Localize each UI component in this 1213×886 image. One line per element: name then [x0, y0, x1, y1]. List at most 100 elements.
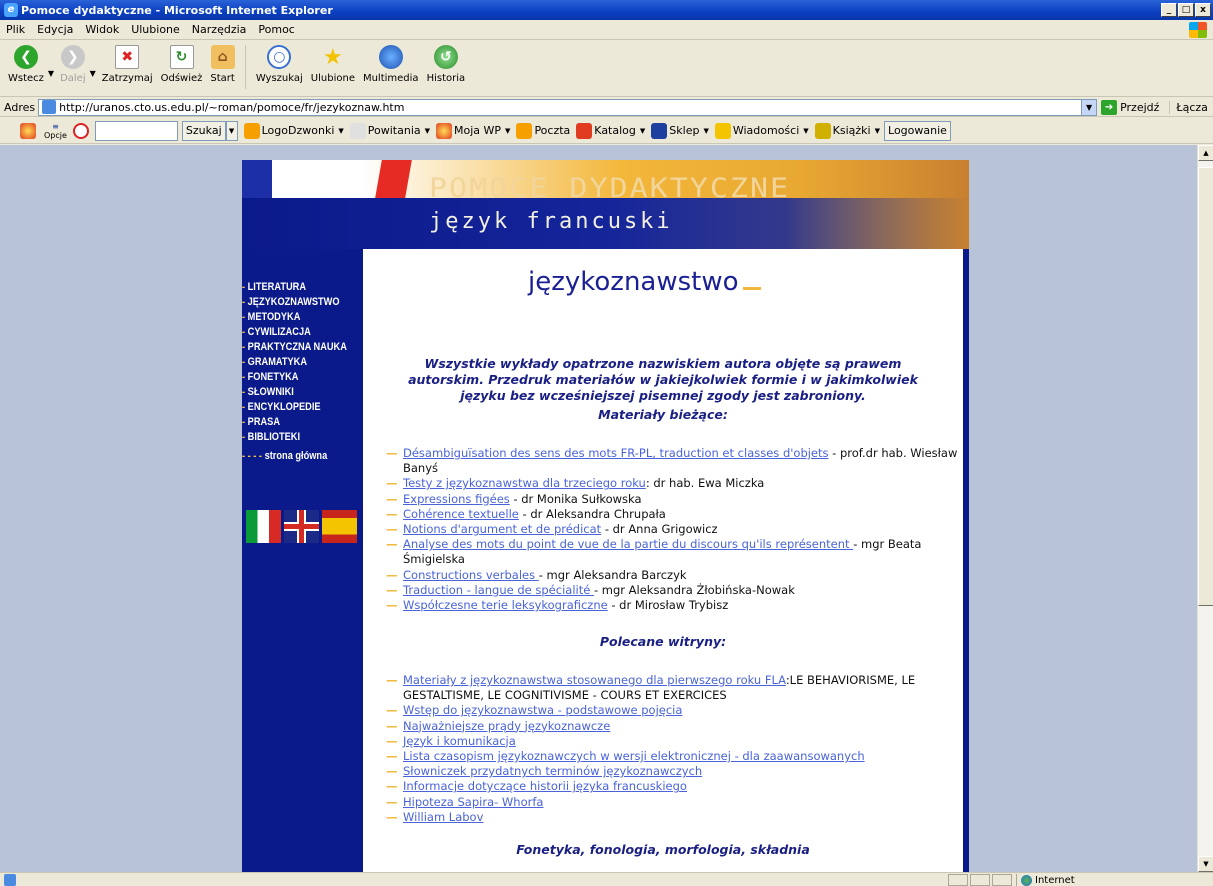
list-item-link[interactable]: Najważniejsze prądy językoznawcze — [403, 719, 610, 733]
wp-item-katalog[interactable]: Katalog ▼ — [576, 122, 646, 139]
scroll-down-icon[interactable]: ▼ — [1198, 856, 1213, 872]
wp-item-label: LogoDzwonki — [261, 124, 335, 137]
menu-edit[interactable]: Edycja — [31, 23, 79, 36]
wp-item-sklep[interactable]: Sklep ▼ — [651, 122, 709, 139]
options-button[interactable]: ≡ Opcje — [44, 122, 67, 140]
menu-tools[interactable]: Narzędzia — [186, 23, 253, 36]
list-item-link[interactable]: Informacje dotyczące historii języka fra… — [403, 779, 687, 793]
sidebar-item[interactable]: - METODYKA — [242, 310, 344, 325]
wp-toolbar: ≡ Opcje Szukaj ▼ LogoDzwonki ▼ Powitania ▼… — [0, 118, 1213, 144]
sidebar-dash: - — [242, 311, 246, 323]
home-button[interactable]: ⌂ Start — [206, 41, 238, 84]
scroll-thumb[interactable] — [1198, 167, 1213, 606]
address-field[interactable]: http://uranos.cto.us.edu.pl/~roman/pomoc… — [38, 98, 1098, 116]
sidebar-item[interactable]: - JĘZYKOZNAWSTWO — [242, 295, 344, 310]
history-button[interactable]: ↺ Historia — [423, 41, 470, 84]
english-flag-icon[interactable] — [284, 510, 319, 543]
menu-file[interactable]: Plik — [0, 23, 31, 36]
list-item-link[interactable]: Testy z językoznawstwa dla trzeciego rok… — [403, 476, 646, 490]
list-item-link[interactable]: Cohérence textuelle — [403, 507, 519, 521]
sidebar-item[interactable]: - PRAKTYCZNA NAUKA — [242, 340, 347, 355]
wp-item-wiadomosci[interactable]: Wiadomości ▼ — [714, 122, 809, 139]
links-button[interactable]: Łącza — [1169, 100, 1208, 114]
bullet-dash-icon: — — [386, 446, 398, 460]
chevron-down-icon: ▼ — [639, 126, 646, 135]
bullet-dash-icon: — — [386, 764, 398, 779]
history-icon: ↺ — [433, 45, 458, 69]
star-icon: ★ — [323, 44, 343, 70]
menu-help[interactable]: Pomoc — [252, 23, 300, 36]
close-button[interactable]: x — [1195, 3, 1211, 17]
list-item-link[interactable]: Notions d'argument et de prédicat — [403, 522, 601, 536]
minimize-button[interactable]: _ — [1161, 3, 1177, 17]
list-item-link[interactable]: Désambiguïsation des sens des mots FR-PL… — [403, 446, 829, 460]
wp-search-button[interactable]: Szukaj — [181, 120, 226, 141]
favorites-button[interactable]: ★ Ulubione — [307, 41, 359, 85]
sidebar-item[interactable]: - BIBLIOTEKI — [242, 430, 344, 445]
sidebar-item-label: ENCYKLOPEDIE — [247, 401, 321, 413]
wp-item-logodzwonki[interactable]: LogoDzwonki ▼ — [243, 122, 344, 139]
scroll-up-icon[interactable]: ▲ — [1198, 145, 1213, 161]
section-current-heading: Materiały bieżące: — [598, 407, 728, 422]
media-button[interactable]: Multimedia — [359, 41, 423, 84]
wp-item-moja-wp[interactable]: Moja WP ▼ — [436, 122, 510, 139]
forward-dropdown-icon[interactable]: ▼ — [90, 69, 96, 78]
wp-search-input[interactable] — [94, 120, 178, 141]
sidebar-item[interactable]: - CYWILIZACJA — [242, 325, 344, 340]
bullet-dash-icon: — — [386, 582, 398, 597]
list-item-link[interactable]: Lista czasopism językoznawczych w wersji… — [403, 749, 865, 763]
mail-icon — [516, 122, 533, 139]
media-label: Multimedia — [362, 73, 419, 84]
address-url[interactable]: http://uranos.cto.us.edu.pl/~roman/pomoc… — [59, 101, 1081, 114]
refresh-button[interactable]: ↻ Odśwież — [157, 41, 207, 84]
list-item-link[interactable]: Hipoteza Sapira- Whorfa — [403, 795, 543, 809]
chevron-down-icon: ▼ — [424, 126, 431, 135]
forward-button[interactable]: ❯ Dalej — [56, 41, 90, 84]
wp-item-powitania[interactable]: Powitania ▼ — [349, 122, 431, 139]
address-dropdown-icon[interactable]: ▼ — [1081, 99, 1097, 115]
vertical-scrollbar[interactable]: ▲ ▼ — [1197, 145, 1213, 872]
list-item-link[interactable]: Traduction - langue de spécialité — [403, 583, 594, 597]
sidebar-item[interactable]: - SŁOWNIKI — [242, 385, 344, 400]
magnifier-icon[interactable] — [72, 122, 89, 139]
maximize-button[interactable]: □ — [1178, 3, 1194, 17]
login-button[interactable]: Logowanie — [884, 120, 951, 141]
wp-item-ksiazki[interactable]: Książki ▼ — [814, 122, 880, 139]
wp-logo-icon[interactable] — [20, 122, 36, 139]
spanish-flag-icon[interactable] — [322, 510, 357, 543]
sidebar-item[interactable]: - GRAMATYKA — [242, 355, 344, 370]
sidebar-item[interactable]: - LITERATURA — [242, 280, 344, 295]
italian-flag-icon[interactable] — [246, 510, 281, 543]
wp-search-dropdown-icon[interactable]: ▼ — [225, 120, 238, 141]
stop-button[interactable]: ✖ Zatrzymaj — [98, 41, 157, 84]
bullet-dash-icon: — — [386, 567, 398, 582]
menu-favorites[interactable]: Ulubione — [125, 23, 186, 36]
sidebar-item[interactable]: - ENCYKLOPEDIE — [242, 400, 344, 415]
sidebar-dash: - — [242, 371, 246, 383]
search-button[interactable]: ○ Wyszukaj — [252, 41, 307, 84]
sidebar-item[interactable]: - FONETYKA — [242, 370, 344, 385]
back-dropdown-icon[interactable]: ▼ — [48, 69, 54, 78]
list-item-link[interactable]: Analyse des mots du point de vue de la p… — [403, 537, 853, 551]
list-item: — Cohérence textuelle - dr Aleksandra Chr… — [386, 507, 963, 522]
list-item-link[interactable]: Constructions verbales — [403, 568, 539, 582]
sidebar-item-label: JĘZYKOZNAWSTWO — [247, 296, 340, 308]
list-item-link[interactable]: Materiały z językoznawstwa stosowanego d… — [403, 673, 786, 687]
menu-view[interactable]: Widok — [79, 23, 125, 36]
list-item-link[interactable]: Wstęp do językoznawstwa - podstawowe poj… — [403, 703, 682, 717]
sidebar-item[interactable]: - PRASA — [242, 415, 344, 430]
list-item-author: - mgr Aleksandra Żłobińska-Nowak — [593, 582, 795, 597]
list-item-link[interactable]: William Labov — [403, 810, 483, 824]
back-button[interactable]: ❮ Wstecz — [4, 41, 48, 84]
wp-item-poczta[interactable]: Poczta — [516, 122, 570, 139]
list-item-link[interactable]: Język i komunikacja — [403, 734, 516, 748]
sidebar-item-label: CYWILIZACJA — [247, 326, 311, 338]
list-item-link[interactable]: Współczesne terie leksykograficzne — [403, 598, 608, 612]
go-button[interactable]: ➔ Przejdź — [1101, 99, 1159, 115]
list-item-link[interactable]: Słowniczek przydatnych terminów językozn… — [403, 764, 702, 778]
list-item-link[interactable]: Expressions figées — [403, 492, 510, 506]
sidebar-home-link[interactable]: - - - - strona główna — [242, 450, 344, 462]
list-item: — Informacje dotyczące historii języka fr… — [386, 779, 963, 794]
sidebar-nav: - LITERATURA - JĘZYKOZNAWSTWO - METODYKA - … — [242, 249, 363, 872]
home-icon: ⌂ — [210, 45, 235, 69]
